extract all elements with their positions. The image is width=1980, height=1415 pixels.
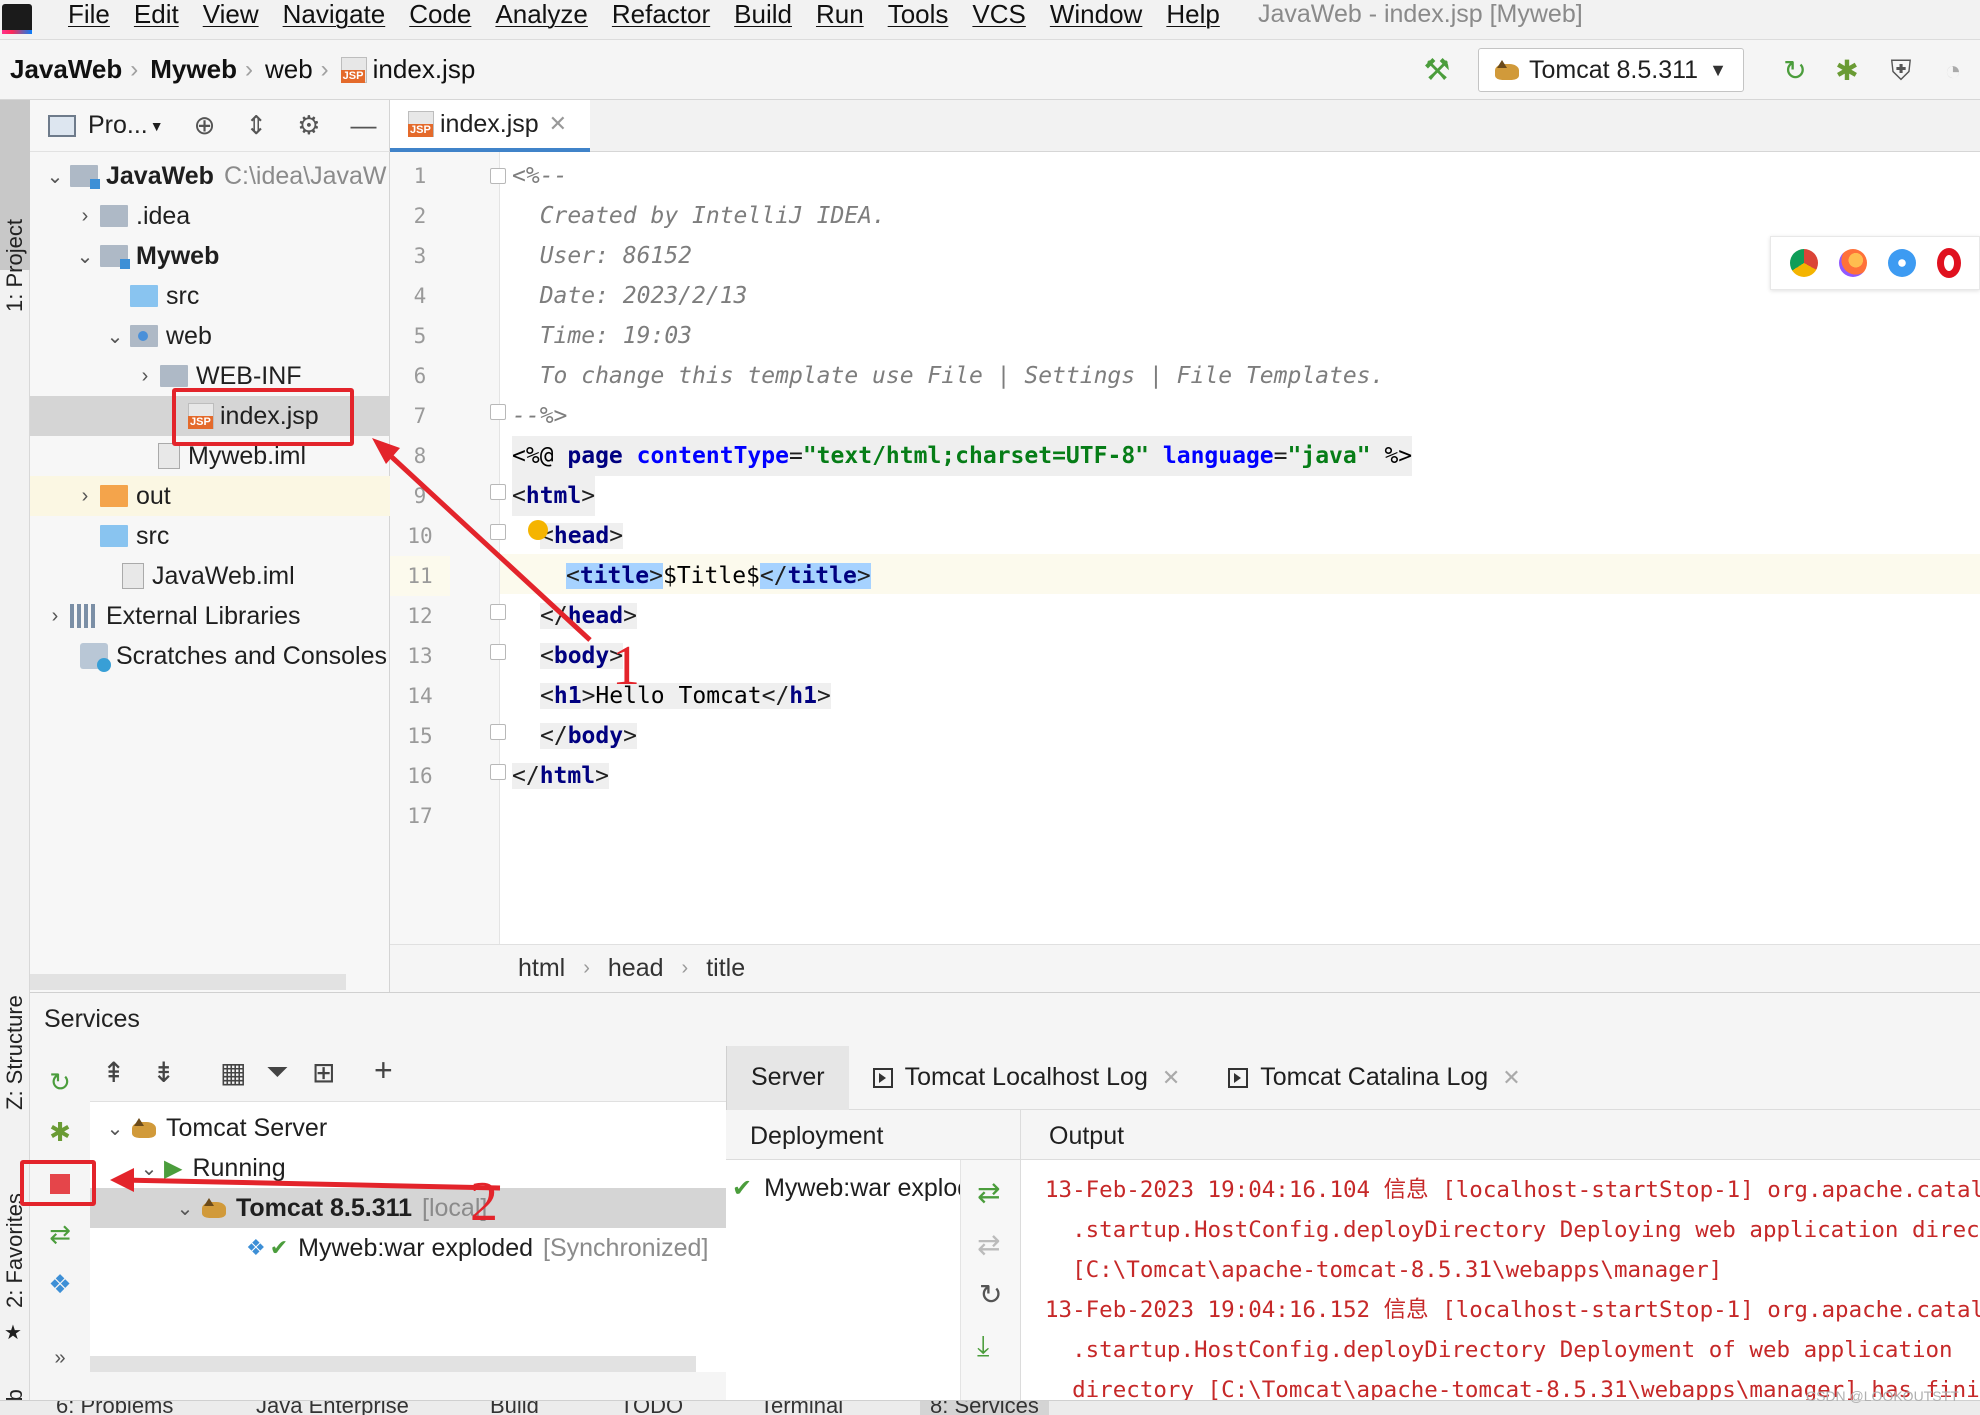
annotation-arrow-1 — [380, 446, 592, 642]
annotation-arrow-2 — [123, 1177, 501, 1191]
annotation-number-1: 1 — [612, 635, 640, 697]
annotation-number-2: 2 — [470, 1171, 498, 1233]
annotation-arrows — [110, 438, 592, 1192]
annotation-arrowhead-2 — [110, 1168, 134, 1192]
